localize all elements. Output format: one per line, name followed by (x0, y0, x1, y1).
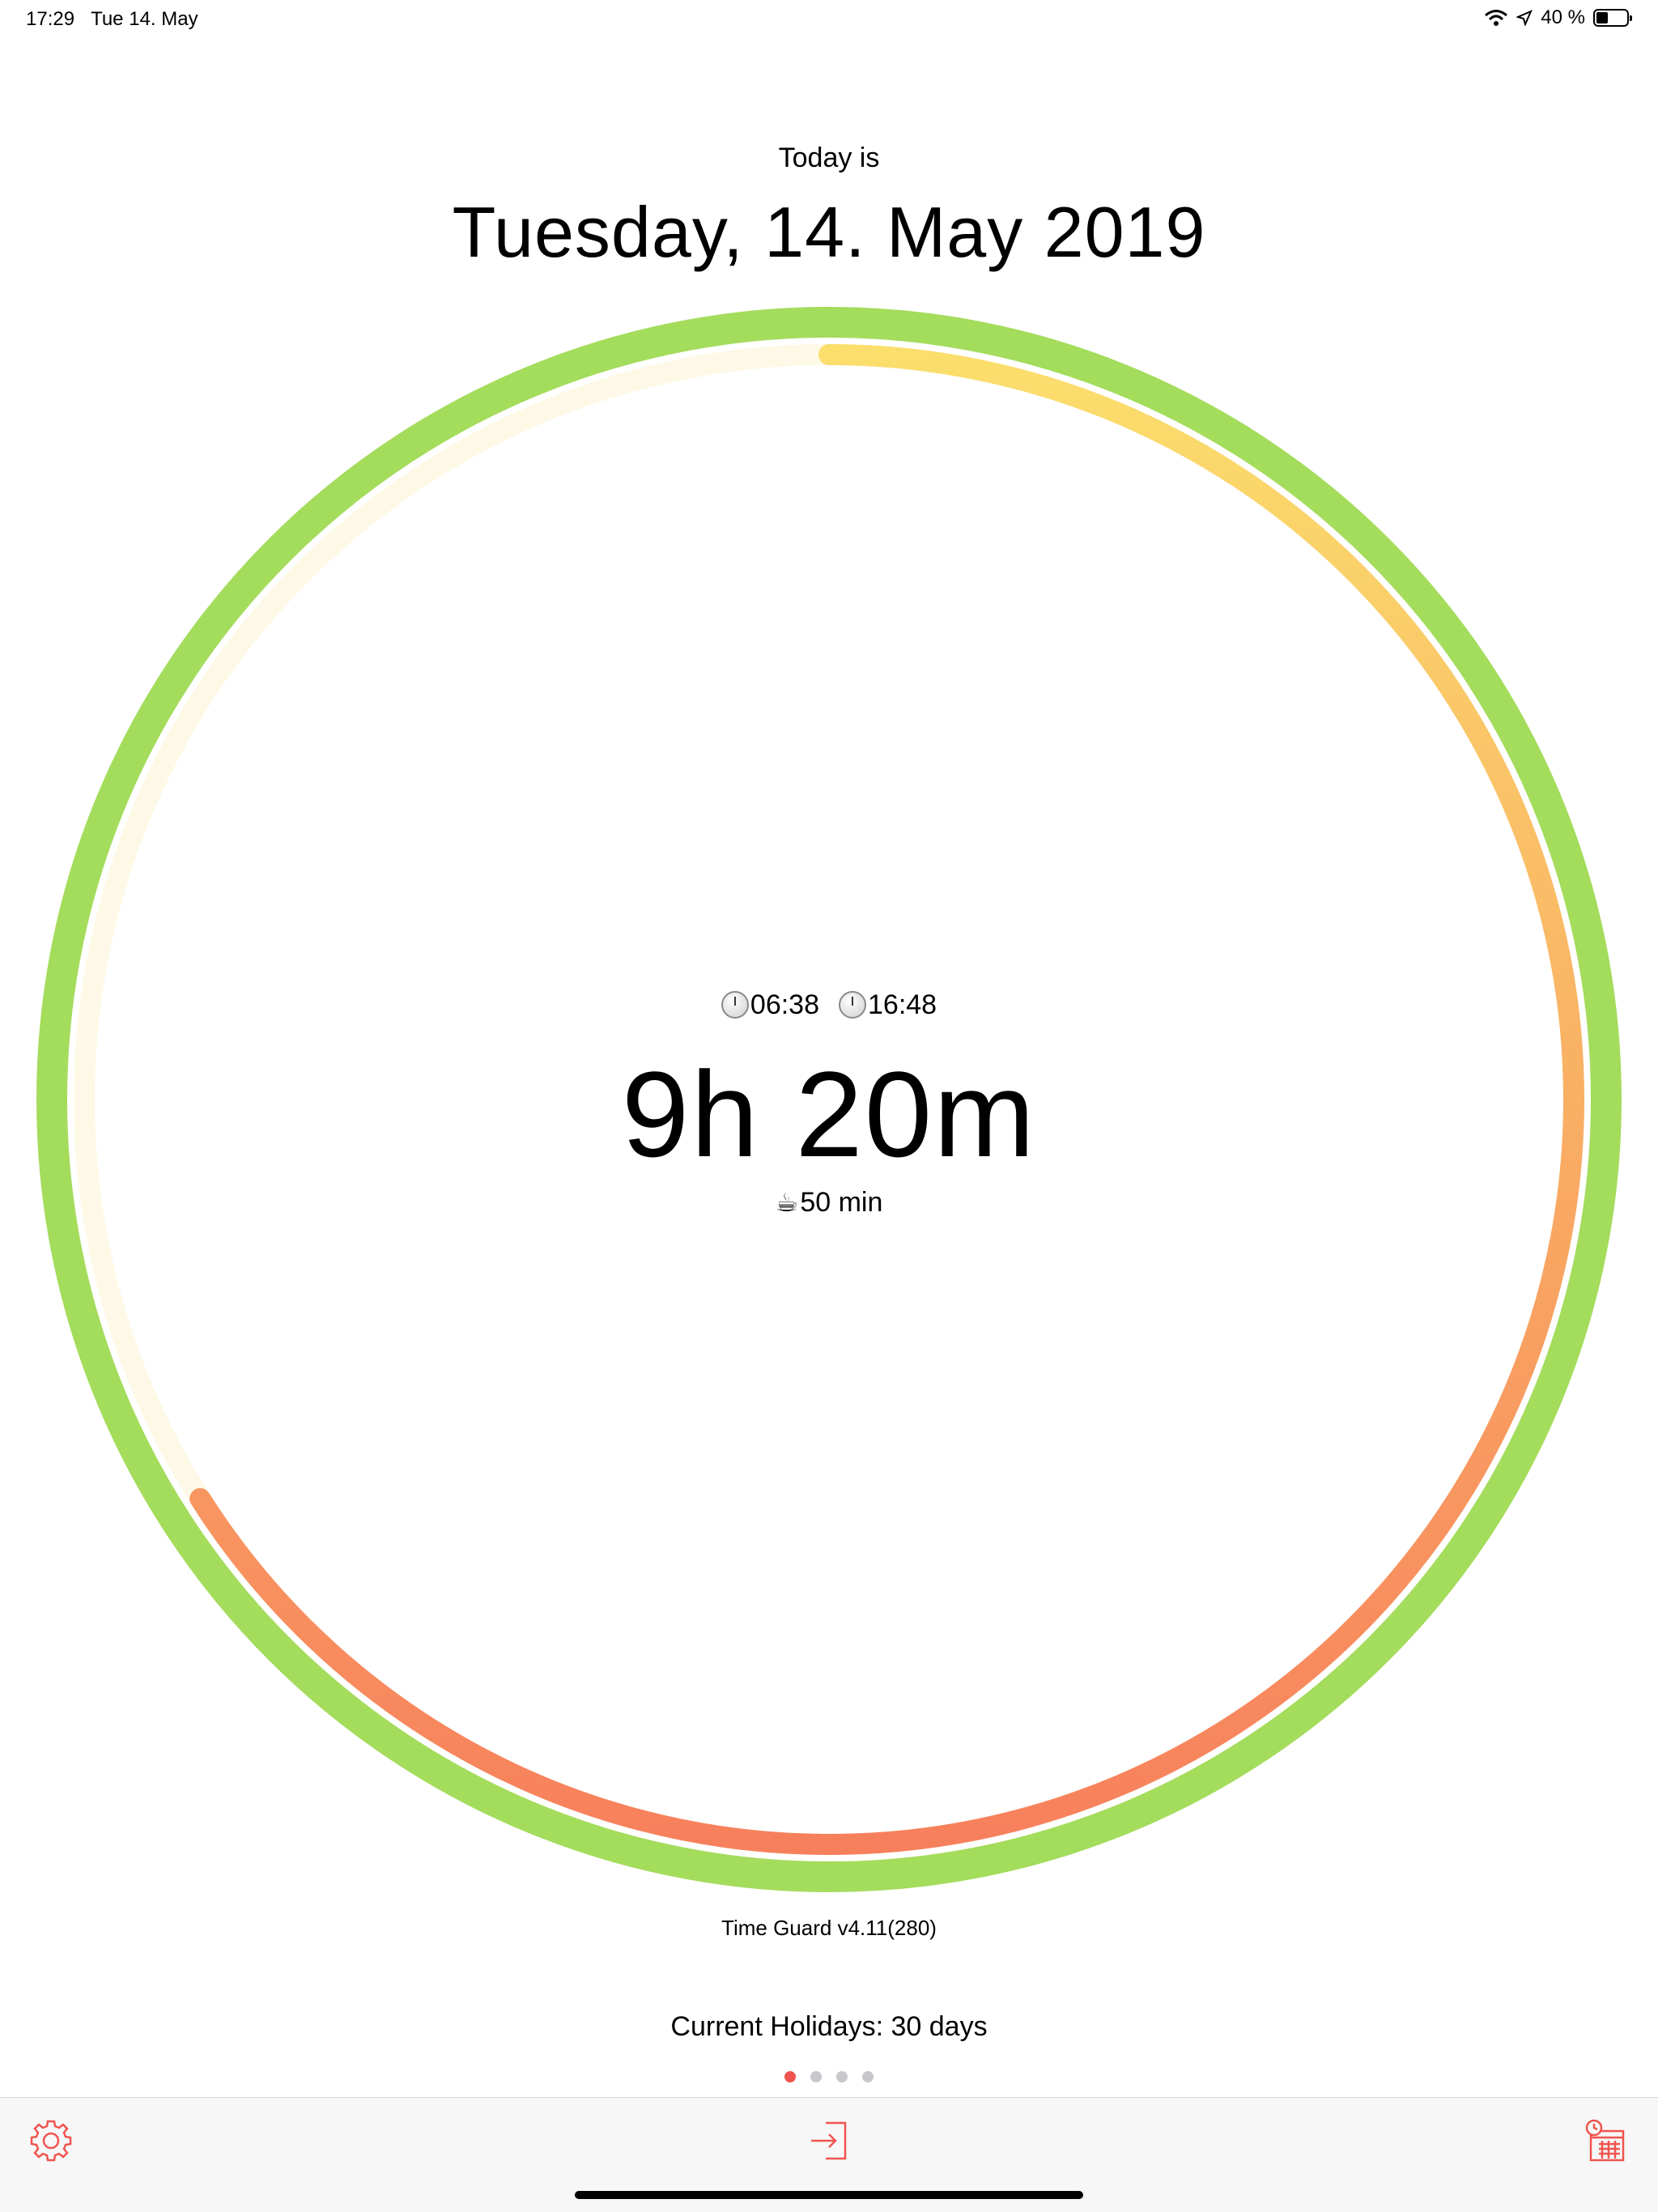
calendar-button[interactable] (1577, 2112, 1634, 2169)
location-arrow-icon (1516, 10, 1533, 26)
page-dot-4[interactable] (862, 2071, 874, 2082)
battery-fill (1596, 12, 1608, 23)
page-dot-1[interactable] (784, 2071, 796, 2082)
screen: 17:29 Tue 14. May 40 % Today is Tuesday, … (0, 0, 1658, 2212)
start-time: 06:38 (750, 989, 819, 1020)
calendar-clock-icon (1585, 2119, 1625, 2162)
break-duration: 50 min (800, 1187, 883, 1218)
end-time: 16:48 (868, 989, 937, 1020)
status-date: Tue 14. May (91, 8, 198, 30)
work-times: 06:38 16:48 (0, 989, 1658, 1021)
status-left: 17:29 Tue 14. May (26, 8, 215, 31)
status-time: 17:29 (26, 8, 75, 30)
date-title: Tuesday, 14. May 2019 (452, 192, 1206, 272)
today-label: Today is (778, 143, 880, 173)
settings-gear-icon (30, 2120, 72, 2162)
page-dot-3[interactable] (836, 2071, 848, 2082)
battery-icon (1593, 9, 1632, 27)
status-bar: 17:29 Tue 14. May 40 % (0, 0, 1658, 39)
page-indicator[interactable] (0, 2071, 1658, 2082)
home-indicator (575, 2191, 1083, 2199)
page-dot-2[interactable] (810, 2071, 822, 2082)
check-in-button[interactable] (801, 2112, 857, 2169)
check-in-icon (811, 2121, 847, 2160)
wifi-icon (1485, 10, 1508, 26)
settings-button[interactable] (23, 2112, 79, 2169)
start-clock-icon (721, 991, 749, 1019)
break-info: ☕50 min (0, 1187, 1658, 1219)
work-duration: 9h 20m (621, 1046, 1037, 1182)
app-version: Time Guard v4.11(280) (721, 1916, 937, 1940)
battery-percentage: 40 % (1541, 6, 1585, 28)
current-holidays[interactable]: Current Holidays: 30 days (0, 2011, 1658, 2043)
status-right: 40 % (1484, 6, 1632, 29)
end-clock-icon (839, 991, 866, 1019)
coffee-icon: ☕ (775, 1188, 799, 1217)
